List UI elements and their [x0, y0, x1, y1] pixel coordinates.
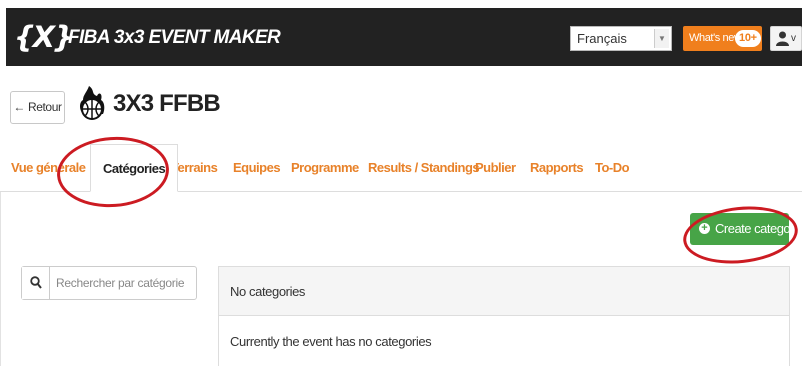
- search-addon: [22, 267, 50, 299]
- user-menu-button[interactable]: v: [770, 26, 802, 51]
- language-select[interactable]: Français ▼: [570, 26, 672, 51]
- annotation-circle-create: [680, 201, 801, 269]
- whats-new-count-badge: 10+: [735, 30, 761, 47]
- panel-title: No categories: [230, 284, 306, 299]
- category-search: [21, 266, 197, 300]
- back-button[interactable]: ← Retour: [10, 91, 65, 124]
- tab-publier[interactable]: Publier: [475, 144, 516, 192]
- tab-rapports[interactable]: Rapports: [530, 144, 584, 192]
- content-left-border: [0, 192, 1, 366]
- tab-to-do[interactable]: To-Do: [595, 144, 630, 192]
- top-navbar: {X} FIBA 3x3 EVENT MAKER Français ▼ What…: [6, 8, 802, 66]
- event-logo: [80, 86, 105, 120]
- panel-header: No categories: [219, 267, 789, 316]
- tab-programme[interactable]: Programme: [291, 144, 359, 192]
- event-title: 3X3 FFBB: [113, 90, 221, 117]
- chevron-down-icon: ▼: [654, 29, 669, 48]
- search-icon: [30, 276, 42, 289]
- whats-new-label: What's new: [689, 32, 742, 44]
- search-input[interactable]: [56, 267, 192, 299]
- user-icon: [776, 31, 789, 46]
- app-title[interactable]: FIBA 3x3 EVENT MAKER: [68, 27, 281, 49]
- chevron-down-icon: v: [791, 33, 796, 44]
- categories-panel: No categories Currently the event has no…: [218, 266, 790, 366]
- app-logo[interactable]: {X}: [14, 20, 74, 54]
- empty-state-message: Currently the event has no categories: [230, 334, 432, 349]
- language-selected-value: Français: [577, 31, 627, 46]
- whats-new-button[interactable]: What's new 10+: [683, 26, 762, 51]
- tab-equipes[interactable]: Equipes: [233, 144, 281, 192]
- tab-results-standings[interactable]: Results / Standings: [368, 144, 480, 192]
